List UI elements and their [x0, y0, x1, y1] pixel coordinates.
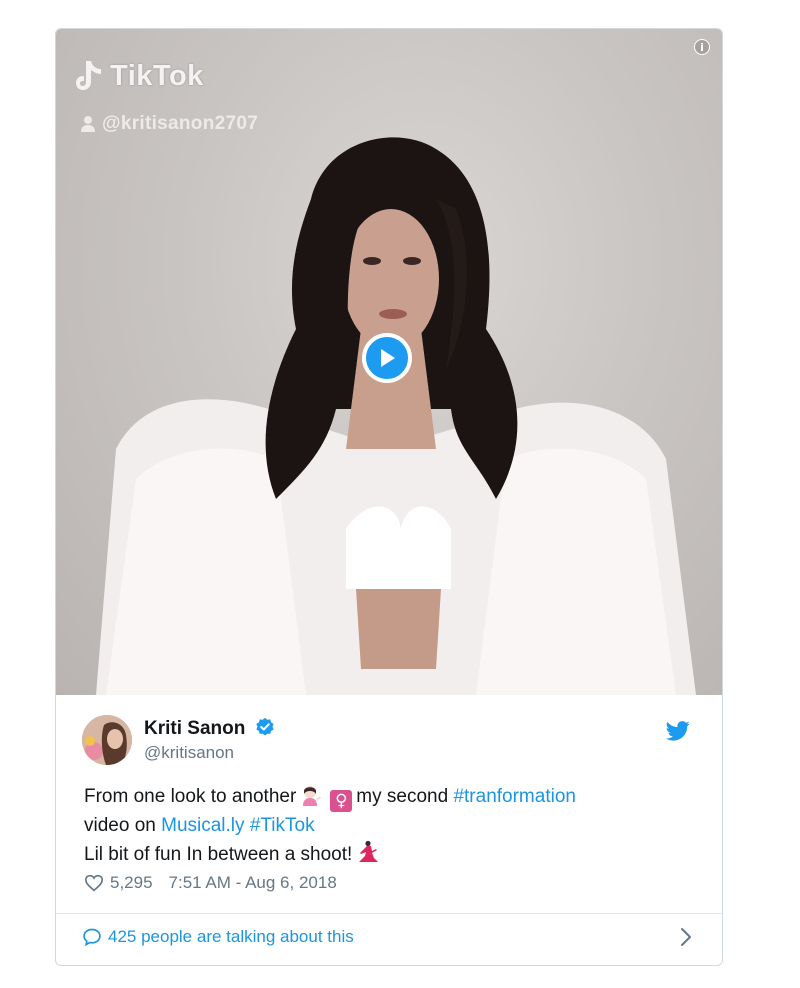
embedded-tweet-card: TikTok @kritisanon2707 i Kriti Sanon @kr…: [55, 28, 723, 966]
conversation-label: 425 people are talking about this: [108, 927, 354, 946]
tiktok-brand-text: TikTok: [110, 59, 204, 92]
divider: [56, 913, 722, 914]
avatar[interactable]: [82, 715, 132, 765]
play-button[interactable]: [362, 333, 412, 383]
chevron-right-icon[interactable]: [680, 927, 692, 947]
dancer-emoji-icon: [359, 840, 379, 862]
tiktok-watermark: TikTok: [74, 59, 204, 93]
tweet-text-line-2: video on Musical.ly #TikTok: [84, 812, 684, 840]
musically-link[interactable]: Musical.ly: [161, 815, 244, 836]
twitter-bird-icon[interactable]: [666, 721, 690, 741]
info-icon[interactable]: i: [694, 39, 710, 55]
author-name: Kriti Sanon: [144, 718, 246, 739]
tiktok-handle-text: @kritisanon2707: [102, 113, 259, 134]
tweet-text-line-3: Lil bit of fun In between a shoot!: [84, 840, 684, 869]
author-handle[interactable]: @kritisanon: [144, 743, 234, 763]
speech-bubble-icon: [83, 928, 101, 947]
conversation-link[interactable]: 425 people are talking about this: [82, 927, 354, 947]
tiktok-logo-icon: [76, 61, 101, 90]
tweet-meta: 5,295 7:51 AM - Aug 6, 2018: [84, 873, 337, 893]
play-icon: [381, 349, 395, 367]
woman-tipping-hand-emoji-icon: [303, 786, 322, 806]
tweet-text-segment: From one look to another: [84, 786, 297, 807]
tiktok-user: @kritisanon2707: [80, 113, 258, 135]
tweet-header: Kriti Sanon @kritisanon: [82, 715, 702, 767]
like-count[interactable]: 5,295: [110, 873, 153, 893]
tweet-text-segment: my second: [356, 786, 449, 807]
user-icon: [81, 116, 95, 132]
video-player[interactable]: TikTok @kritisanon2707 i: [56, 29, 722, 695]
tweet-text-segment: video on: [84, 815, 156, 836]
avatar-image: [82, 715, 132, 765]
tweet-text-line-1: From one look to another ♀ my second #tra…: [84, 783, 684, 812]
hashtag-link[interactable]: #TikTok: [250, 815, 315, 836]
tweet-timestamp[interactable]: 7:51 AM - Aug 6, 2018: [169, 873, 337, 893]
verified-badge-icon: [255, 717, 274, 736]
tweet-text-segment: Lil bit of fun In between a shoot!: [84, 844, 353, 865]
hashtag-link[interactable]: #tranformation: [453, 786, 576, 807]
heart-icon[interactable]: [84, 874, 104, 892]
author-name-block[interactable]: Kriti Sanon: [144, 717, 275, 740]
female-sign-emoji-icon: ♀: [330, 790, 353, 812]
tweet-text: From one look to another ♀ my second #tra…: [84, 783, 684, 869]
